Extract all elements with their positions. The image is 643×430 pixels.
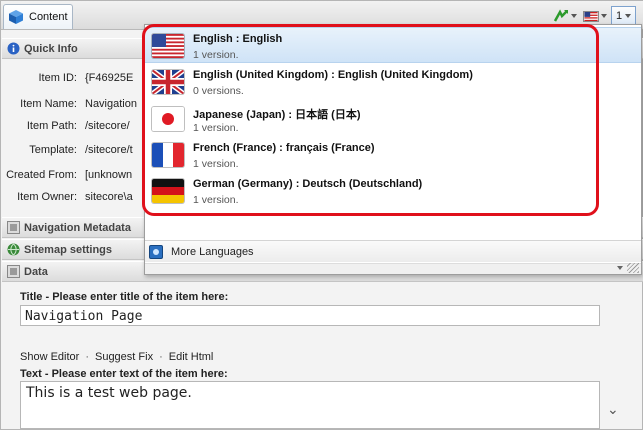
show-editor-link[interactable]: Show Editor [20, 351, 79, 363]
quick-info-row: Item ID: {F46925E [1, 70, 133, 86]
section-title: Sitemap settings [24, 243, 113, 256]
content-cube-icon [9, 10, 23, 24]
scroll-down-icon[interactable]: ⌄ [607, 401, 619, 418]
item-owner-label: Item Owner: [17, 191, 77, 203]
version-button[interactable]: 1 [611, 6, 636, 26]
language-button[interactable] [581, 6, 609, 26]
chevron-down-icon [571, 14, 577, 18]
quick-info-row: Item Path: /sitecore/ [1, 118, 130, 134]
more-languages-icon [149, 244, 163, 259]
tab-label: Content [29, 11, 68, 23]
editor-links: Show Editor · Suggest Fix · Edit Html [20, 351, 213, 363]
us-flag-icon [583, 10, 599, 22]
navigate-arrow-icon [553, 9, 568, 22]
chevron-down-icon [625, 14, 632, 18]
title-field-label: Title - Please enter title of the item h… [20, 291, 229, 303]
more-languages-label: More Languages [171, 245, 254, 258]
item-owner-value: sitecore\a [85, 191, 133, 203]
tab-content[interactable]: Content [3, 4, 73, 29]
section-title: Quick Info [24, 42, 78, 55]
sitemap-globe-icon [7, 243, 20, 256]
quick-info-row: Item Owner: sitecore\a [1, 189, 133, 205]
highlight-annotation [142, 24, 599, 216]
suggest-fix-link[interactable]: Suggest Fix [95, 351, 153, 363]
text-field-label: Text - Please enter text of the item her… [20, 368, 228, 380]
item-name-value: Navigation [85, 98, 137, 110]
chevron-down-icon[interactable] [617, 266, 623, 270]
section-collapsed-icon [7, 265, 20, 278]
section-collapsed-icon [7, 221, 20, 234]
quick-info-row: Item Name: Navigation [1, 96, 137, 112]
item-path-label: Item Path: [26, 120, 77, 132]
item-path-value: /sitecore/ [85, 120, 130, 132]
text-editor[interactable]: This is a test web page. [20, 381, 600, 429]
separator-dot: · [159, 351, 163, 363]
title-input[interactable]: Navigation Page [20, 305, 600, 326]
section-title: Data [24, 265, 48, 278]
item-id-label: Item ID: [38, 72, 77, 84]
more-languages-button[interactable]: More Languages [145, 240, 641, 262]
dropdown-footer [145, 263, 641, 274]
item-name-label: Item Name: [20, 98, 77, 110]
created-from-value: [unknown [85, 169, 133, 181]
separator-dot: · [85, 351, 89, 363]
navigate-button[interactable] [551, 6, 579, 26]
edit-html-link[interactable]: Edit Html [169, 351, 214, 363]
content-editor-window: Content 1 Quick Info Item ID: {F46925E I… [0, 0, 643, 430]
version-number: 1 [615, 10, 623, 22]
quick-info-row: Template: /sitecore/t [1, 142, 133, 158]
resize-grip-icon[interactable] [627, 263, 639, 273]
created-from-label: Created From: [6, 169, 77, 181]
section-title: Navigation Metadata [24, 221, 131, 234]
chevron-down-icon [601, 14, 607, 18]
template-value[interactable]: /sitecore/t [85, 144, 133, 156]
template-label: Template: [29, 144, 77, 156]
quick-info-row: Created From: [unknown [1, 167, 132, 183]
item-id-value: {F46925E [85, 72, 134, 84]
info-icon [7, 42, 20, 55]
